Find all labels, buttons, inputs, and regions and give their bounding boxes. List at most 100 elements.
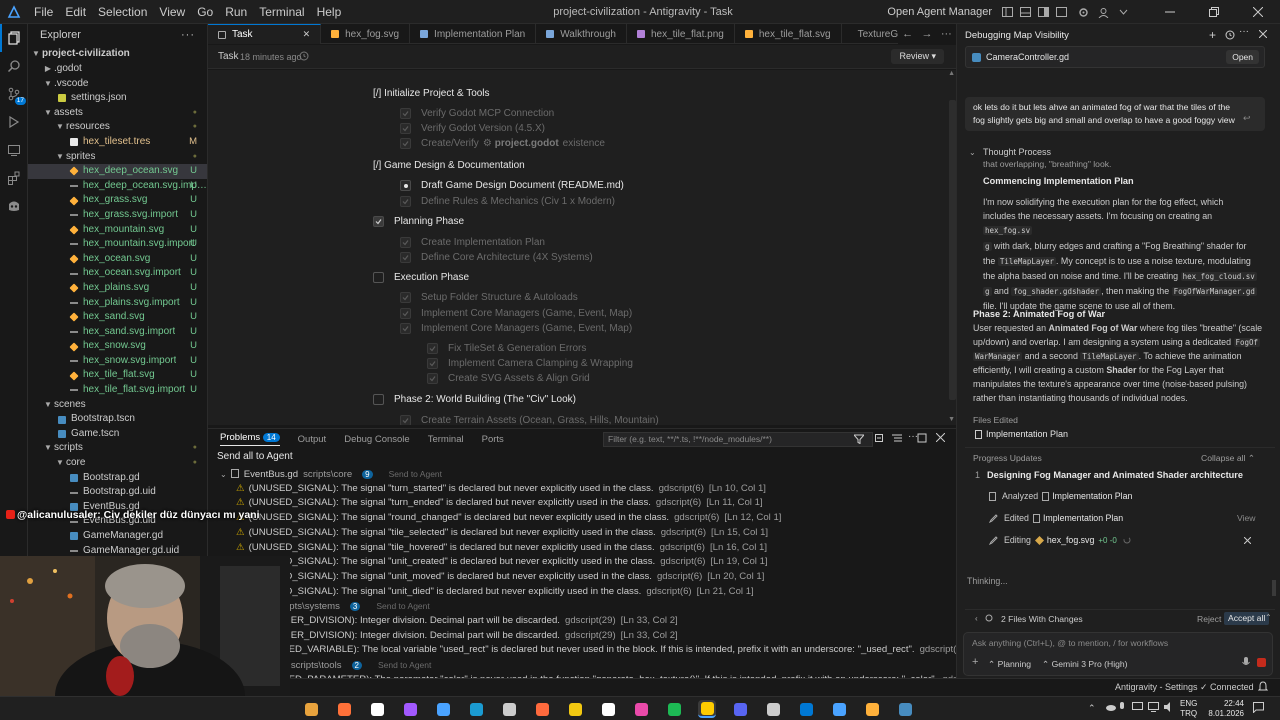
run-debug-icon[interactable] bbox=[0, 108, 28, 136]
chevron-up-icon[interactable]: ⌃ bbox=[1265, 613, 1272, 622]
problem-row[interactable]: ⚠ (UNUSED_SIGNAL): The signal "round_chan… bbox=[236, 511, 781, 526]
send-to-agent-button[interactable]: Send to Agent bbox=[376, 601, 429, 611]
checkbox[interactable] bbox=[400, 123, 411, 134]
problem-row[interactable]: ⚠ (UNUSED_SIGNAL): The signal "turn_ended… bbox=[236, 496, 763, 511]
panel-tab-terminal[interactable]: Terminal bbox=[428, 434, 464, 445]
tree-file[interactable]: hex_deep_ocean.svg U bbox=[28, 164, 207, 179]
close-agent-icon[interactable] bbox=[1259, 30, 1267, 38]
collapse-icon[interactable] bbox=[874, 433, 884, 443]
step-analyzed[interactable]: Analyzed Implementation Plan bbox=[989, 491, 1132, 501]
search-icon[interactable] bbox=[0, 52, 28, 80]
customize-layout-icon[interactable] bbox=[1054, 7, 1068, 17]
checkbox[interactable] bbox=[400, 237, 411, 248]
review-button[interactable]: Review ▾ bbox=[891, 49, 944, 64]
problems-filter-input[interactable]: Filter (e.g. text, **/*.ts, !**/node_mod… bbox=[603, 432, 873, 447]
tree-file[interactable]: hex_mountain.svg U bbox=[28, 223, 207, 238]
firefox-icon[interactable] bbox=[335, 700, 353, 718]
step-editing[interactable]: Editing hex_fog.svg +0 -0 bbox=[989, 535, 1131, 545]
panel-tab-problems[interactable]: Problems 14 bbox=[220, 432, 280, 446]
close-window-icon[interactable] bbox=[1236, 0, 1280, 24]
godot-icon[interactable] bbox=[896, 700, 914, 718]
tree-folder[interactable]: ▼ .vscode bbox=[28, 77, 207, 92]
godot-icon[interactable] bbox=[0, 192, 28, 220]
checkbox[interactable] bbox=[427, 358, 438, 369]
checkbox[interactable] bbox=[400, 292, 411, 303]
task-item[interactable]: Verify Godot Version (4.5.X) bbox=[400, 123, 545, 134]
settings-gear-icon[interactable] bbox=[1076, 7, 1090, 18]
open-agent-manager-button[interactable]: Open Agent Manager bbox=[887, 6, 992, 18]
collapse-all-button[interactable]: Collapse all ⌃ bbox=[1201, 453, 1255, 464]
tree-file[interactable]: Bootstrap.tscn bbox=[28, 412, 207, 427]
tree-file[interactable]: settings.json bbox=[28, 91, 207, 106]
tree-file[interactable]: hex_deep_ocean.svg.import U bbox=[28, 179, 207, 194]
tray-expand-icon[interactable]: ⌃ bbox=[1088, 703, 1096, 714]
tree-root[interactable]: ▼ project-civilization bbox=[28, 46, 207, 62]
layout-panel-icon[interactable] bbox=[1018, 7, 1032, 17]
task-item[interactable]: Create SVG Assets & Align Grid bbox=[427, 373, 590, 384]
tree-file[interactable]: hex_snow.svg U bbox=[28, 339, 207, 354]
steam-icon[interactable] bbox=[467, 700, 485, 718]
app-icon[interactable] bbox=[632, 700, 650, 718]
send-to-agent-button[interactable]: Send to Agent bbox=[378, 660, 431, 670]
app-icon[interactable] bbox=[434, 700, 452, 718]
tree-file[interactable]: Bootstrap.gd.uid bbox=[28, 485, 207, 500]
problem-row[interactable]: ⚠(UNUSED_SIGNAL): The signal "unit_creat… bbox=[236, 555, 768, 570]
network-tray-icon[interactable] bbox=[1148, 702, 1159, 712]
add-context-icon[interactable]: + bbox=[972, 656, 978, 668]
onedrive-icon[interactable] bbox=[1105, 701, 1117, 713]
clock[interactable]: 22:44 8.01.2026 bbox=[1206, 699, 1244, 719]
tree-file[interactable]: hex_sand.svg U bbox=[28, 310, 207, 325]
scroll-up-icon[interactable]: ▲ bbox=[948, 70, 955, 77]
task-item[interactable]: Define Core Architecture (4X Systems) bbox=[400, 252, 593, 263]
chevron-down-icon[interactable]: ⌄ bbox=[969, 148, 976, 157]
tree-file[interactable]: hex_mountain.svg.import U bbox=[28, 237, 207, 252]
connected-status[interactable]: ✓ Connected bbox=[1200, 682, 1254, 693]
checkbox[interactable] bbox=[400, 196, 411, 207]
checkbox[interactable] bbox=[400, 180, 411, 191]
claude-icon[interactable] bbox=[533, 700, 551, 718]
problems-file-group[interactable]: ⌄ EventBus.gd scripts\core 9 Send to Agent bbox=[220, 467, 442, 482]
tree-file[interactable]: hex_grass.svg U bbox=[28, 193, 207, 208]
new-chat-icon[interactable]: + bbox=[1209, 28, 1216, 42]
tree-folder[interactable]: ▼ sprites ● bbox=[28, 150, 207, 165]
scroll-down-icon[interactable]: ▼ bbox=[948, 416, 955, 423]
tree-file[interactable]: hex_grass.svg.import U bbox=[28, 208, 207, 223]
tree-view-icon[interactable] bbox=[892, 433, 902, 443]
more-chevron-icon[interactable] bbox=[1116, 9, 1130, 15]
thought-process-label[interactable]: Thought Process bbox=[983, 147, 1051, 157]
tree-folder[interactable]: ▼ scripts ● bbox=[28, 441, 207, 456]
layout-secondary-icon[interactable] bbox=[1036, 7, 1050, 17]
tab-implementation-plan[interactable]: Implementation Plan bbox=[410, 24, 537, 44]
problem-row[interactable]: ⚠ (UNUSED_SIGNAL): The signal "tile_selec… bbox=[236, 526, 768, 541]
checkbox[interactable] bbox=[400, 415, 411, 425]
tree-folder[interactable]: ▼ assets ● bbox=[28, 106, 207, 121]
stop-icon[interactable] bbox=[1257, 658, 1266, 667]
tree-file[interactable]: hex_ocean.svg.import U bbox=[28, 266, 207, 281]
panel-tab-debug-console[interactable]: Debug Console bbox=[344, 434, 410, 445]
notification-center-icon[interactable] bbox=[1253, 702, 1264, 713]
problem-row[interactable]: ⚠…(UNUSED_VARIABLE): The local variable … bbox=[236, 643, 956, 658]
tree-file[interactable]: hex_plains.svg.import U bbox=[28, 296, 207, 311]
checkbox[interactable] bbox=[400, 108, 411, 119]
problem-row[interactable]: ⚠…(INTEGER_DIVISION): Integer division. … bbox=[236, 614, 678, 629]
blender-icon[interactable] bbox=[863, 700, 881, 718]
file-explorer-icon[interactable] bbox=[302, 700, 320, 718]
tree-folder[interactable]: ▼ resources ● bbox=[28, 120, 207, 135]
problem-row[interactable]: ⚠(UNUSED_SIGNAL): The signal "unit_died"… bbox=[236, 585, 754, 600]
step-edited[interactable]: Edited Implementation Plan bbox=[989, 513, 1123, 523]
editor-scrollbar[interactable] bbox=[949, 100, 956, 400]
problem-row[interactable]: ⚠(UNUSED_SIGNAL): The signal "unit_moved… bbox=[236, 570, 764, 585]
files-changed-label[interactable]: 2 Files With Changes bbox=[1001, 614, 1083, 624]
task-item[interactable]: Create Implementation Plan bbox=[400, 237, 545, 248]
tree-file[interactable]: hex_tile_flat.svg U bbox=[28, 368, 207, 383]
checkbox[interactable] bbox=[427, 343, 438, 354]
task-item[interactable]: Implement Core Managers (Game, Event, Ma… bbox=[400, 323, 632, 334]
checkbox[interactable] bbox=[427, 373, 438, 384]
settings-status[interactable]: Antigravity - Settings bbox=[1115, 682, 1198, 692]
editor-more-icon[interactable]: ··· bbox=[941, 28, 952, 40]
maximize-panel-icon[interactable] bbox=[917, 433, 927, 443]
tree-file[interactable]: hex_sand.svg.import U bbox=[28, 325, 207, 340]
panel-tab-output[interactable]: Output bbox=[298, 434, 327, 445]
notepad-icon[interactable] bbox=[599, 700, 617, 718]
extensions-icon[interactable] bbox=[0, 164, 28, 192]
